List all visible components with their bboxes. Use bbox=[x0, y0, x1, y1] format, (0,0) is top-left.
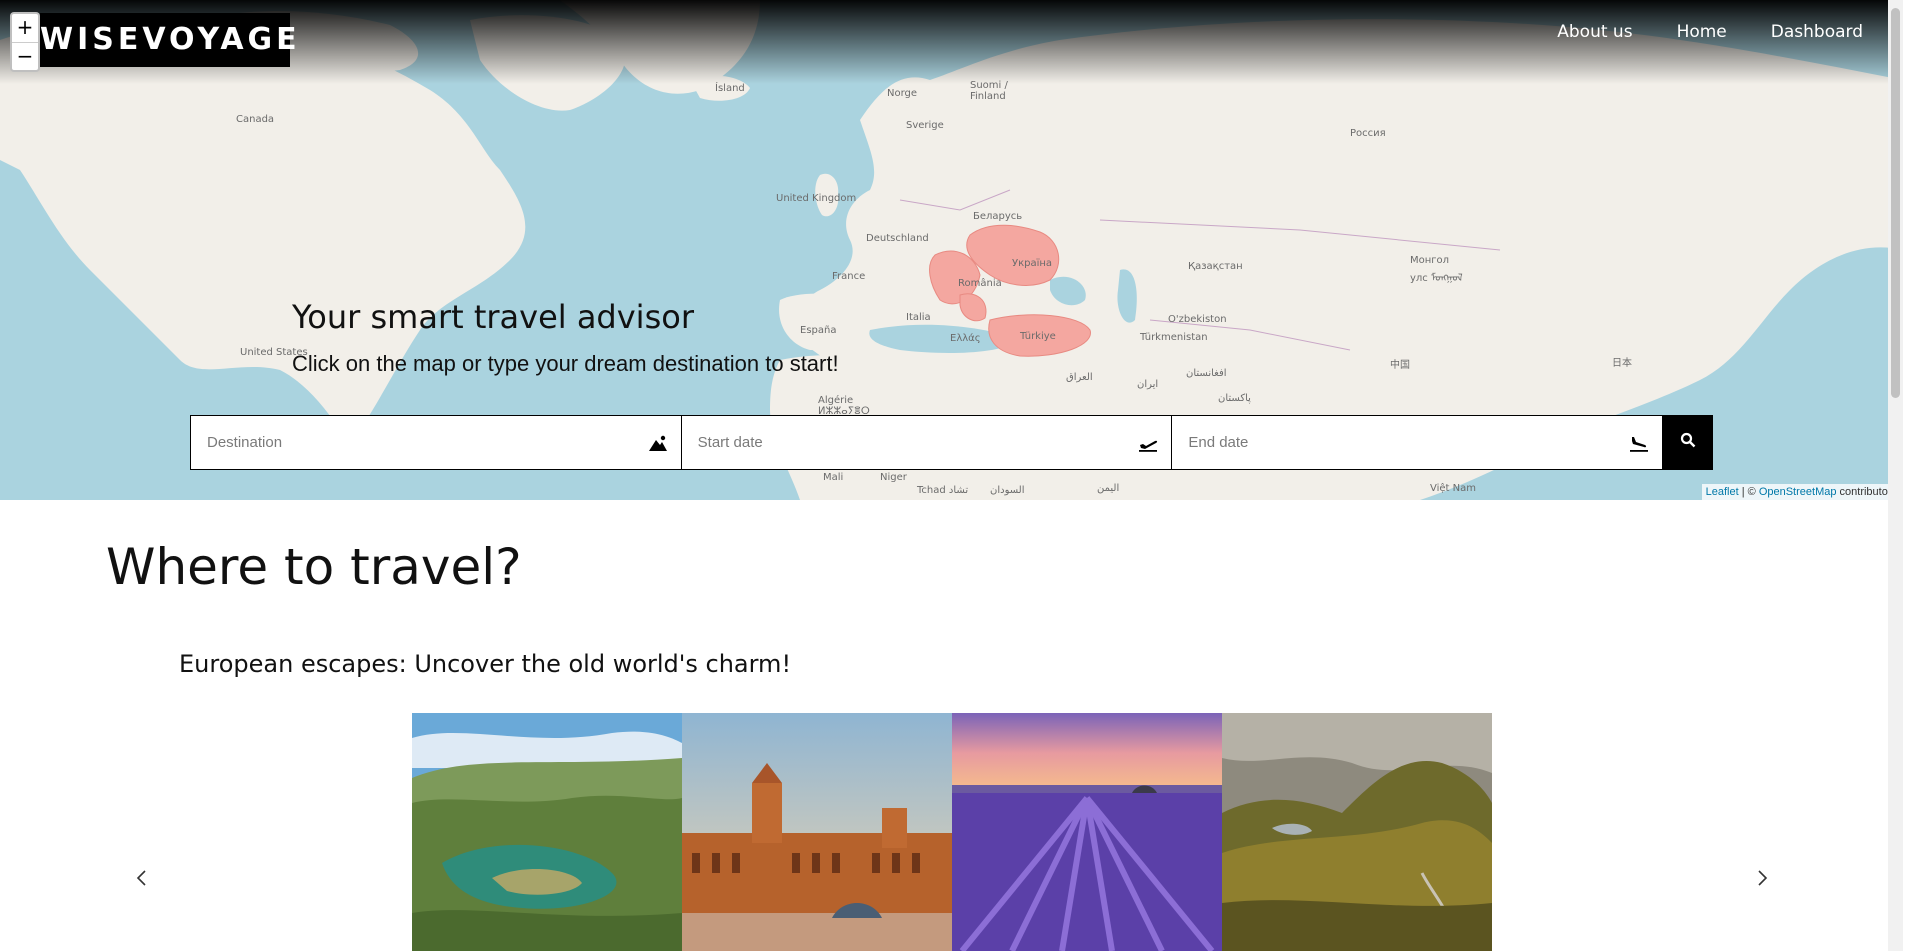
map-label: پاکستان bbox=[1218, 393, 1251, 404]
zoom-in-button[interactable]: + bbox=[12, 14, 38, 43]
map-label: Algérie ⵍⵣⵣⴰⵢⴻⵔ bbox=[818, 395, 870, 417]
hero-title: Your smart travel advisor bbox=[292, 298, 694, 336]
map-label: Беларусь bbox=[973, 211, 1023, 222]
map-label: Italia bbox=[906, 312, 931, 323]
map-label: Tchad تشاد bbox=[917, 485, 969, 496]
map-label: Canada bbox=[236, 114, 275, 125]
map-label: Україна bbox=[1012, 258, 1053, 269]
world-map[interactable]: Ísland Norge Suomi / Finland Sverige Can… bbox=[0, 0, 1903, 500]
map-label: O'zbekiston bbox=[1168, 314, 1227, 325]
nav-dashboard[interactable]: Dashboard bbox=[1771, 22, 1863, 42]
map-label: Sverige bbox=[906, 120, 944, 131]
map-label: 中国 bbox=[1390, 360, 1410, 371]
chevron-left-icon[interactable] bbox=[132, 868, 152, 888]
destination-input[interactable] bbox=[205, 433, 647, 452]
attribution-separator: | © bbox=[1738, 486, 1759, 498]
map-label: Deutschland bbox=[866, 233, 929, 244]
map-label: Ísland bbox=[715, 83, 745, 94]
chevron-right-icon[interactable] bbox=[1752, 868, 1772, 888]
map-label: Norge bbox=[887, 88, 918, 99]
carousel bbox=[412, 713, 1492, 951]
map-label: ایران bbox=[1137, 379, 1159, 390]
map-label: اليمن bbox=[1097, 483, 1120, 494]
map-label: România bbox=[958, 278, 1002, 289]
map-label: Türkiye bbox=[1020, 331, 1056, 342]
plane-landing-icon bbox=[1628, 432, 1650, 454]
map-label: Việt Nam bbox=[1430, 483, 1477, 494]
hero-subtitle: Click on the map or type your dream dest… bbox=[292, 351, 839, 376]
end-date-input[interactable] bbox=[1186, 433, 1629, 452]
palace-plaza-image[interactable] bbox=[682, 713, 952, 951]
map-label: Niger bbox=[880, 472, 907, 483]
map-label: Монгол улс ᠮᠣᠩᠭᠣᠯ bbox=[1410, 255, 1463, 284]
map-label: العراق bbox=[1066, 372, 1093, 383]
leaflet-link[interactable]: Leaflet bbox=[1706, 486, 1739, 498]
zoom-control: + − bbox=[10, 12, 40, 72]
start-date-field-wrapper bbox=[682, 416, 1173, 469]
search-icon bbox=[1680, 432, 1696, 453]
top-nav: About us Home Dashboard bbox=[1513, 22, 1863, 42]
zoom-out-button[interactable]: − bbox=[12, 43, 38, 71]
page-scrollbar[interactable] bbox=[1888, 0, 1903, 951]
search-bar bbox=[190, 415, 1714, 470]
map-label: España bbox=[800, 325, 837, 336]
scrollbar-thumb[interactable] bbox=[1891, 8, 1900, 398]
destination-field-wrapper bbox=[191, 416, 682, 469]
map-label: Türkmenistan bbox=[1140, 332, 1208, 343]
map-label: Қазақстан bbox=[1188, 261, 1243, 272]
nav-about-us[interactable]: About us bbox=[1557, 22, 1632, 42]
start-date-input[interactable] bbox=[695, 433, 1138, 452]
map-label: افغانستان bbox=[1186, 368, 1227, 379]
brand-logo[interactable]: WISEVOYAGE bbox=[40, 13, 297, 67]
osm-link[interactable]: OpenStreetMap bbox=[1759, 486, 1837, 498]
end-date-field-wrapper bbox=[1172, 416, 1664, 469]
highland-valley-image[interactable] bbox=[1222, 713, 1492, 951]
map-attribution: Leaflet | © OpenStreetMap contributors bbox=[1701, 484, 1901, 500]
map-label: United Kingdom bbox=[776, 193, 857, 204]
mountain-icon bbox=[647, 432, 669, 454]
plane-takeoff-icon bbox=[1137, 432, 1159, 454]
map-label: 日本 bbox=[1612, 358, 1632, 369]
river-canyon-image[interactable] bbox=[412, 713, 682, 951]
map-label: Россия bbox=[1350, 128, 1386, 139]
nav-home[interactable]: Home bbox=[1677, 22, 1727, 42]
map-label: السودان bbox=[990, 485, 1025, 496]
map-label: Ελλάς bbox=[950, 333, 981, 344]
carousel-title: European escapes: Uncover the old world'… bbox=[179, 650, 792, 678]
lavender-field-image[interactable] bbox=[952, 713, 1222, 951]
map-label: France bbox=[832, 271, 866, 282]
page: Ísland Norge Suomi / Finland Sverige Can… bbox=[0, 0, 1903, 951]
map-label: Mali bbox=[823, 472, 844, 483]
section-title: Where to travel? bbox=[106, 538, 522, 596]
search-button[interactable] bbox=[1663, 415, 1714, 470]
